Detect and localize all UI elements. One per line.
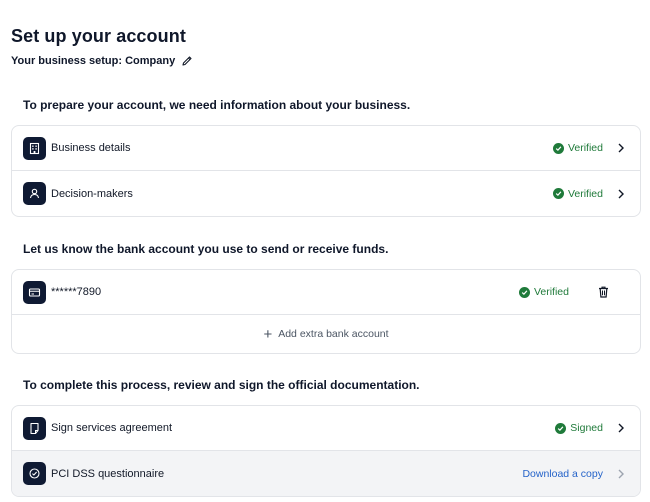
chevron-right-icon[interactable] — [613, 420, 629, 436]
trash-icon[interactable] — [595, 284, 611, 300]
check-circle-icon — [552, 188, 564, 199]
add-bank-account-button[interactable]: + Add extra bank account — [12, 315, 640, 353]
check-circle-icon — [555, 422, 567, 434]
page-title: Set up your account — [11, 26, 186, 46]
status-text: Verified — [533, 286, 569, 298]
person-icon — [23, 182, 46, 205]
shield-check-icon — [23, 462, 46, 485]
bank-account-card: ******7890 Verified + Add extra bank acc… — [11, 269, 641, 354]
status-text: Verified — [567, 187, 603, 200]
pci-dss-label: PCI DSS questionnaire — [51, 467, 165, 480]
status-badge: Verified — [552, 187, 603, 200]
decision-makers-row[interactable]: Decision-makers Verified — [12, 171, 640, 216]
document-icon — [23, 416, 46, 440]
business-setup-line: Your business setup: Company — [11, 55, 193, 67]
chevron-right-icon[interactable] — [613, 186, 629, 202]
pencil-icon — [182, 56, 192, 66]
sign-agreement-row[interactable]: Sign services agreement Signed — [12, 406, 640, 451]
bank-account-row[interactable]: ******7890 Verified — [12, 270, 640, 315]
add-bank-account-label: Add extra bank account — [278, 328, 389, 340]
business-info-card: Business details Verified Decision-maker… — [11, 125, 641, 217]
business-details-row[interactable]: Business details Verified — [12, 126, 640, 171]
check-circle-icon — [518, 286, 530, 298]
bank-account-number: ******7890 — [51, 286, 102, 298]
edit-business-setup-button[interactable] — [181, 55, 193, 67]
status-badge: Verified — [518, 286, 569, 298]
chevron-right-icon[interactable] — [613, 140, 629, 156]
status-text: Signed — [570, 422, 603, 434]
business-section-heading: To prepare your account, we need informa… — [23, 98, 411, 112]
business-setup-label: Your business setup: Company — [11, 55, 176, 67]
building-icon — [23, 136, 46, 160]
status-badge: Verified — [552, 142, 603, 154]
sign-agreement-label: Sign services agreement — [51, 422, 173, 434]
check-circle-icon — [552, 142, 564, 154]
status-badge: Signed — [555, 422, 603, 434]
documentation-card: Sign services agreement Signed PCI DSS q… — [11, 405, 641, 497]
business-details-label: Business details — [51, 142, 131, 154]
download-copy-link[interactable]: Download a copy — [522, 468, 603, 480]
status-text: Verified — [567, 142, 603, 154]
bank-card-icon — [23, 280, 46, 304]
chevron-right-icon[interactable] — [613, 466, 629, 482]
decision-makers-label: Decision-makers — [51, 187, 133, 200]
pci-dss-row[interactable]: PCI DSS questionnaire Download a copy — [12, 451, 640, 496]
bank-section-heading: Let us know the bank account you use to … — [23, 242, 389, 256]
plus-icon: + — [263, 325, 273, 343]
docs-section-heading: To complete this process, review and sig… — [23, 378, 420, 392]
